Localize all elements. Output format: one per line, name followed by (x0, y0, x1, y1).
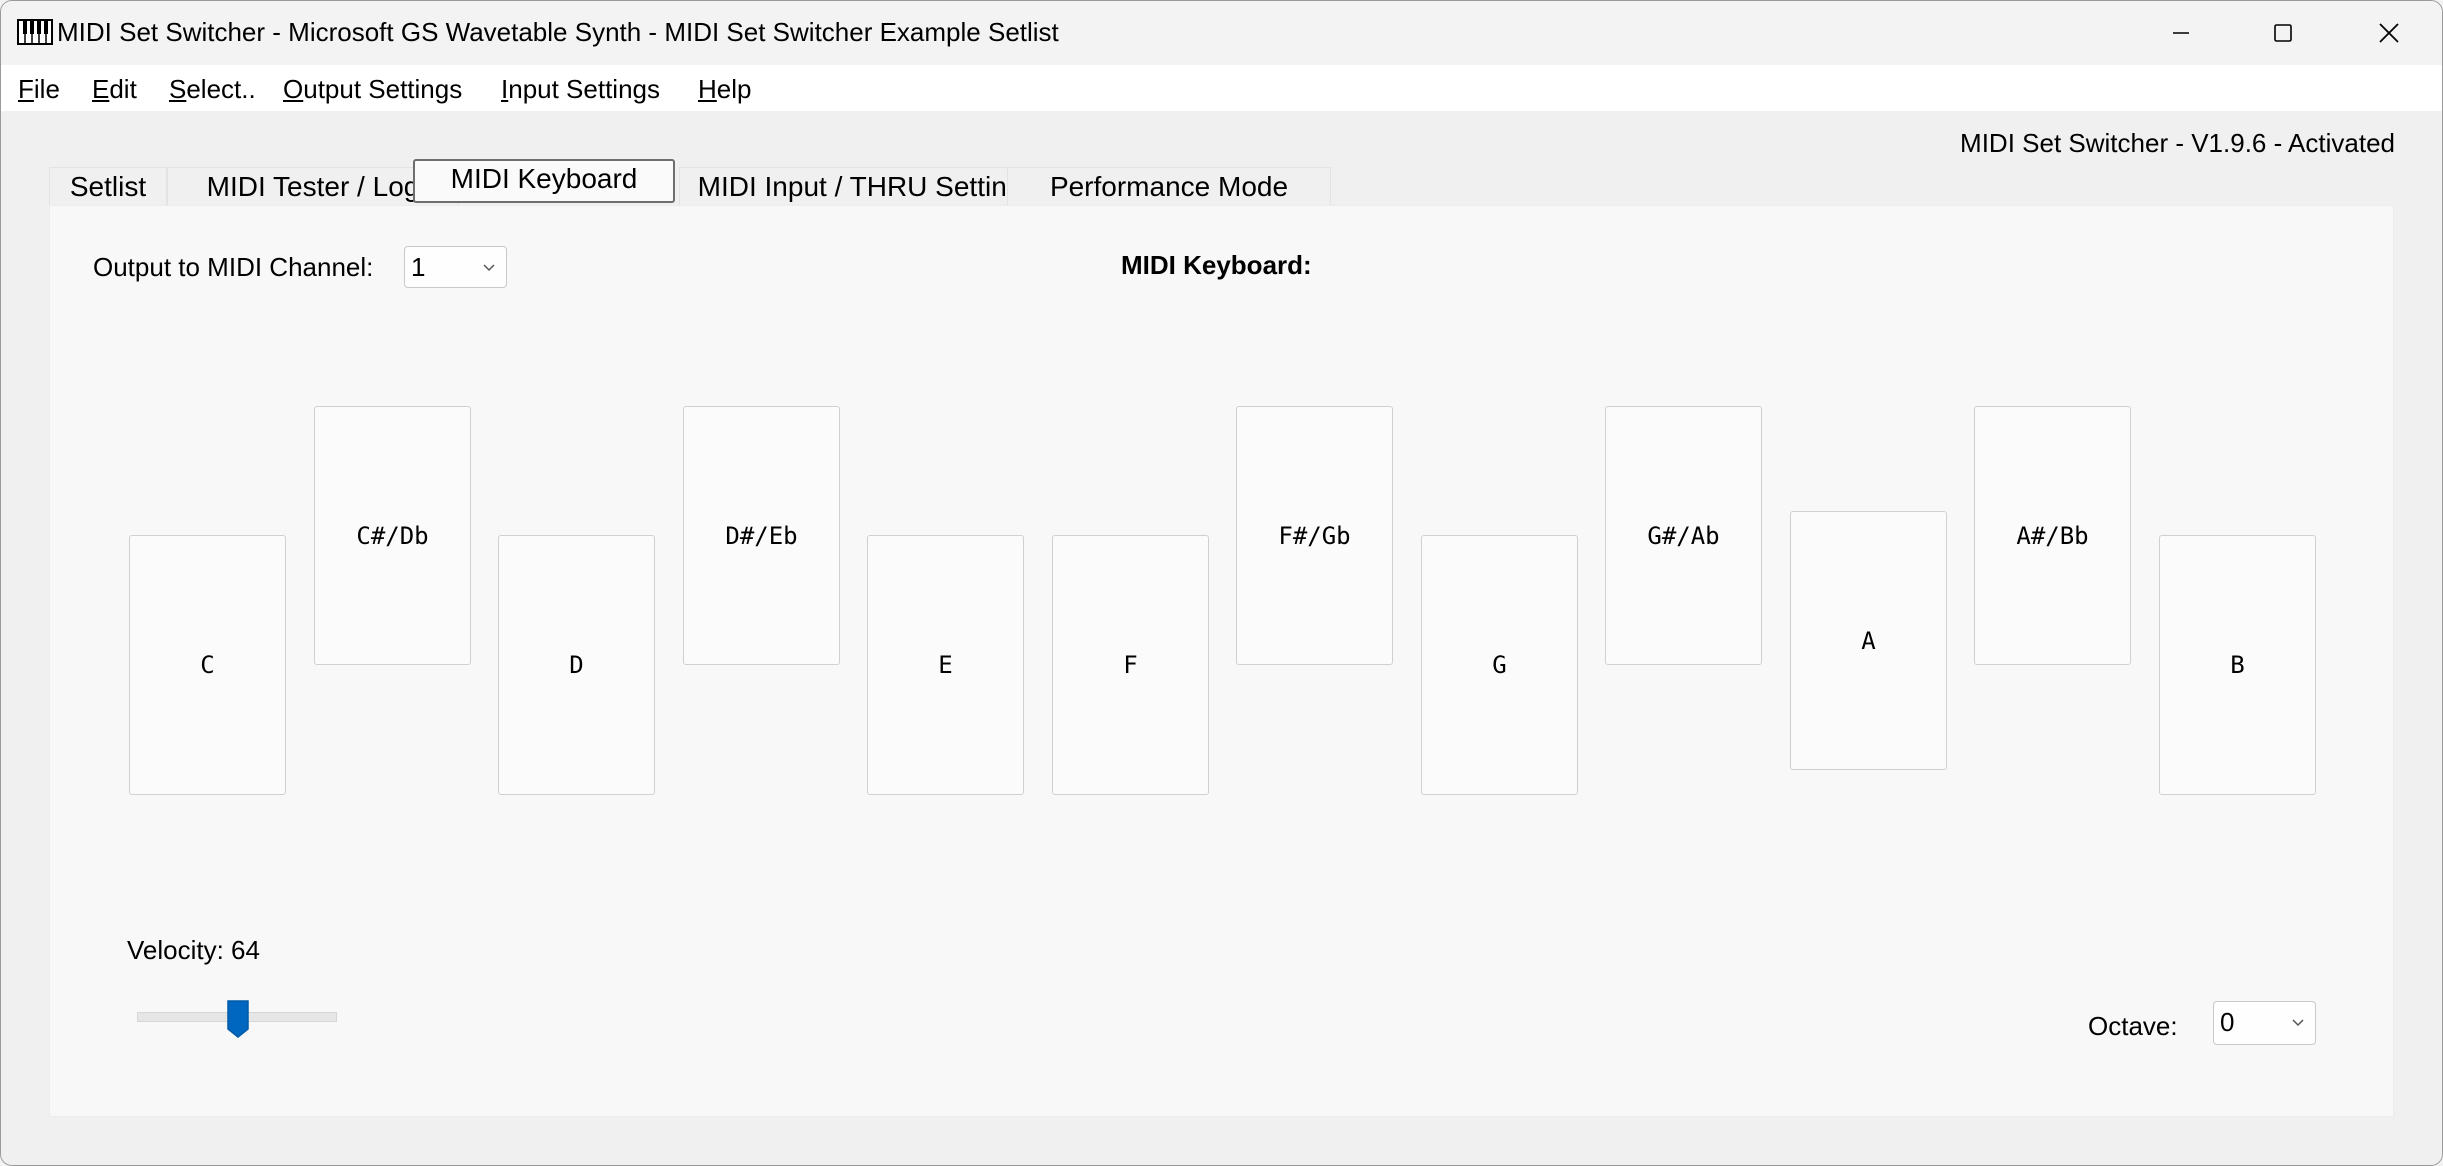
midi-channel-select[interactable]: 1 (404, 246, 507, 288)
version-status: MIDI Set Switcher - V1.9.6 - Activated (1960, 128, 2395, 158)
velocity-label: Velocity: 64 (127, 935, 260, 965)
maximize-icon (2274, 24, 2292, 42)
channel-label: Output to MIDI Channel: (93, 252, 374, 282)
tab-midi-keyboard[interactable]: MIDI Keyboard (413, 159, 675, 203)
close-button[interactable] (2339, 1, 2439, 65)
menu-output-settings[interactable]: Output Settings (283, 73, 462, 105)
midi-channel-value: 1 (411, 252, 426, 282)
key-c-sharp[interactable]: C#/Db (314, 406, 471, 665)
menu-edit[interactable]: Edit (92, 73, 137, 105)
key-b[interactable]: B (2159, 535, 2316, 795)
close-icon (2379, 23, 2399, 43)
chevron-down-icon (483, 264, 495, 272)
octave-value: 0 (2220, 1007, 2235, 1037)
app-window: MIDI Set Switcher - Microsoft GS Wavetab… (0, 0, 2443, 1166)
key-c[interactable]: C (129, 535, 286, 795)
title-bar[interactable]: MIDI Set Switcher - Microsoft GS Wavetab… (1, 1, 2442, 65)
chevron-down-icon (2292, 1019, 2304, 1027)
tab-performance-mode[interactable]: Performance Mode (1007, 167, 1331, 205)
key-f[interactable]: F (1052, 535, 1209, 795)
key-a-sharp[interactable]: A#/Bb (1974, 406, 2131, 665)
menu-help[interactable]: Help (698, 73, 751, 105)
window-title: MIDI Set Switcher - Microsoft GS Wavetab… (57, 17, 1059, 47)
menu-select[interactable]: Select.. (169, 73, 256, 105)
key-d[interactable]: D (498, 535, 655, 795)
key-g-sharp[interactable]: G#/Ab (1605, 406, 1762, 665)
minimize-icon (2173, 32, 2189, 34)
velocity-slider-thumb[interactable] (226, 999, 250, 1039)
tab-midi-input-thru-settings[interactable]: MIDI Input / THRU Settings (679, 167, 1055, 205)
key-f-sharp[interactable]: F#/Gb (1236, 406, 1393, 665)
key-g[interactable]: G (1421, 535, 1578, 795)
key-e[interactable]: E (867, 535, 1024, 795)
minimize-button[interactable] (2131, 1, 2231, 65)
maximize-button[interactable] (2233, 1, 2333, 65)
piano-keyboard-icon (17, 19, 53, 45)
menu-file[interactable]: File (18, 73, 60, 105)
tab-setlist[interactable]: Setlist (49, 167, 167, 205)
menu-bar: File Edit Select.. Output Settings Input… (1, 65, 2442, 111)
octave-label: Octave: (2088, 1011, 2178, 1041)
keyboard-heading: MIDI Keyboard: (1121, 250, 1312, 280)
key-a[interactable]: A (1790, 511, 1947, 770)
octave-select[interactable]: 0 (2213, 1001, 2316, 1045)
menu-input-settings[interactable]: Input Settings (501, 73, 660, 105)
key-d-sharp[interactable]: D#/Eb (683, 406, 840, 665)
